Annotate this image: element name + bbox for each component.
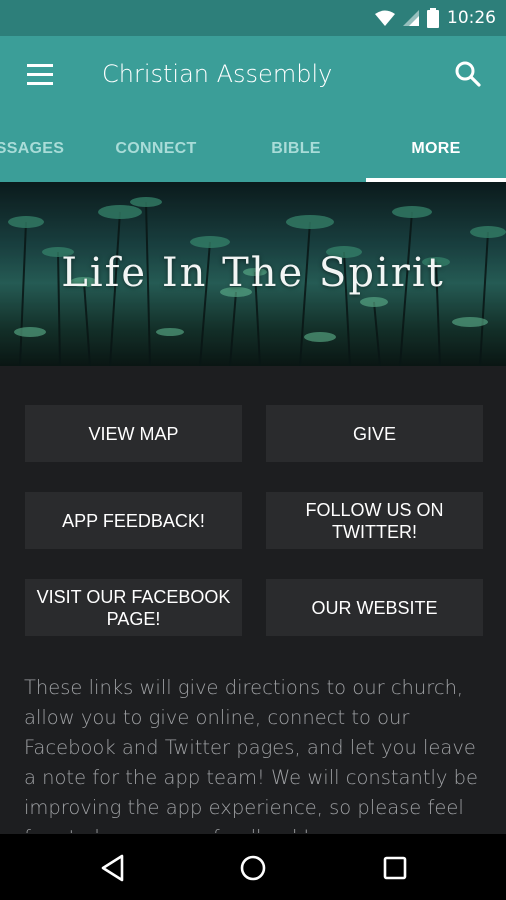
menu-icon[interactable] <box>27 64 53 86</box>
view-map-button[interactable]: VIEW MAP <box>25 405 242 462</box>
give-button[interactable]: GIVE <box>266 405 483 462</box>
app-feedback-button[interactable]: APP FEEDBACK! <box>25 492 242 549</box>
search-icon[interactable] <box>454 60 482 88</box>
our-website-button[interactable]: OUR WEBSITE <box>266 579 483 636</box>
facebook-page-button[interactable]: VISIT OUR FACEBOOK PAGE! <box>25 579 242 636</box>
status-icons: 10:26 <box>375 7 496 29</box>
home-icon[interactable] <box>238 853 268 883</box>
signal-icon <box>403 10 419 26</box>
tab-messages[interactable]: SSAGES <box>0 116 80 182</box>
wifi-icon <box>375 10 395 26</box>
banner-title: Life In The Spirit <box>61 250 445 296</box>
navigation-bar <box>0 834 506 900</box>
tab-bible[interactable]: BIBLE <box>226 116 366 182</box>
tab-bar: SSAGES CONNECT BIBLE MORE <box>0 116 506 182</box>
tab-more[interactable]: MORE <box>366 116 506 182</box>
app-bar: Christian Assembly <box>0 36 506 116</box>
status-bar: 10:26 <box>0 0 506 36</box>
follow-twitter-button[interactable]: FOLLOW US ON TWITTER! <box>266 492 483 549</box>
back-icon[interactable] <box>98 853 128 883</box>
description-text: These links will give directions to our … <box>24 676 479 833</box>
battery-icon <box>427 8 439 28</box>
app-title: Christian Assembly <box>102 60 333 88</box>
banner: Life In The Spirit <box>0 182 506 366</box>
status-time: 10:26 <box>447 8 496 28</box>
tab-connect[interactable]: CONNECT <box>86 116 226 182</box>
recents-icon[interactable] <box>380 853 410 883</box>
